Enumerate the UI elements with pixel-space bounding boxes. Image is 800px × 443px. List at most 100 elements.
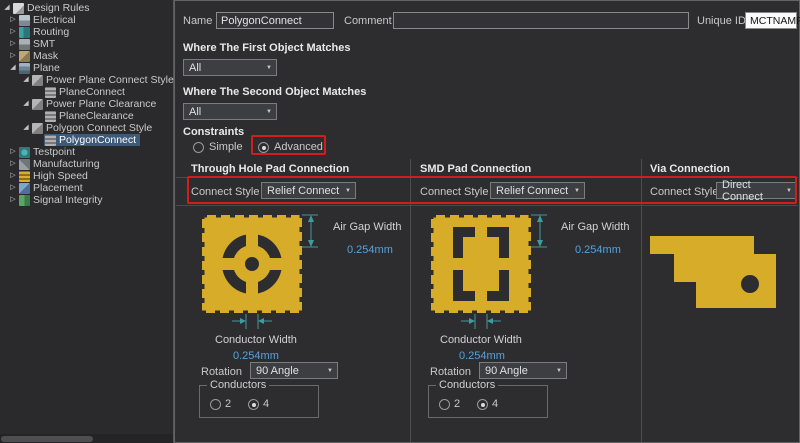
mask-icon (19, 51, 30, 62)
second-match-dropdown[interactable]: All ▼ (183, 103, 277, 120)
rule-category-icon (32, 123, 43, 134)
manufacturing-icon (19, 159, 30, 170)
tree-item-planeclearance[interactable]: PlaneClearance (0, 110, 173, 122)
conductors-group: Conductors 2 4 (199, 385, 319, 418)
tree-item-routing[interactable]: ▷ Routing (0, 26, 173, 38)
smd-connect-style-dropdown[interactable]: Relief Connect ▼ (490, 182, 585, 199)
tree-item-label: PolygonConnect (59, 134, 136, 146)
conductor-width-label: Conductor Width (440, 334, 522, 346)
smd-pad-title: SMD Pad Connection (420, 163, 531, 175)
tree-item-smt[interactable]: ▷ SMT (0, 38, 173, 50)
simple-radio[interactable] (193, 142, 204, 153)
column-divider (641, 159, 642, 442)
tree-item-label: Power Plane Connect Style (46, 74, 174, 86)
expanded-arrow-icon[interactable]: ◢ (21, 74, 31, 86)
collapsed-arrow-icon[interactable]: ▷ (8, 14, 18, 26)
tree-item-power-plane-connect-style[interactable]: ◢ Power Plane Connect Style (0, 74, 173, 86)
design-rules-window: ◢ Design Rules ▷ Electrical ▷ Routing ▷ … (0, 0, 800, 443)
tree-item-signal-integrity[interactable]: ▷ Signal Integrity (0, 194, 173, 206)
expanded-arrow-icon[interactable]: ◢ (2, 2, 12, 14)
tree-item-design-rules[interactable]: ◢ Design Rules (0, 2, 173, 14)
unique-id-value: MCTNAMFK (745, 12, 797, 29)
comment-input[interactable] (393, 12, 689, 29)
simple-radio-label: Simple (209, 141, 243, 153)
first-match-dropdown[interactable]: All ▼ (183, 59, 277, 76)
tree-item-plane[interactable]: ◢ Plane (0, 62, 173, 74)
rules-tree-panel: ◢ Design Rules ▷ Electrical ▷ Routing ▷ … (0, 0, 174, 443)
smt-icon (19, 39, 30, 50)
plane-icon (19, 63, 30, 74)
collapsed-arrow-icon[interactable]: ▷ (8, 146, 18, 158)
conductors-group-label: Conductors (436, 379, 498, 391)
via-connect-style-dropdown[interactable]: Direct Connect ▼ (716, 182, 797, 199)
column-divider (410, 159, 411, 442)
conductors-4-radio[interactable] (477, 399, 488, 410)
conductors-group-label: Conductors (207, 379, 269, 391)
connect-style-label: Connect Style (191, 186, 259, 198)
tree-item-electrical[interactable]: ▷ Electrical (0, 14, 173, 26)
tree-item-label: Electrical (33, 14, 76, 26)
via-connection-title: Via Connection (650, 163, 730, 175)
tree-item-label: Design Rules (27, 2, 89, 14)
conductors-4-radio[interactable] (248, 399, 259, 410)
through-hole-connect-style-dropdown[interactable]: Relief Connect ▼ (261, 182, 356, 199)
routing-icon (19, 27, 30, 38)
air-gap-value: 0.254mm (347, 244, 393, 256)
tree-item-label: SMT (33, 38, 55, 50)
second-match-title: Where The Second Object Matches (183, 86, 366, 98)
conductors-2-radio[interactable] (210, 399, 221, 410)
tree-item-polygon-connect-style[interactable]: ◢ Polygon Connect Style (0, 122, 173, 134)
tree-item-label: Signal Integrity (33, 194, 102, 206)
tree-item-mask[interactable]: ▷ Mask (0, 50, 173, 62)
smd-rotation-dropdown[interactable]: 90 Angle ▼ (479, 362, 567, 379)
tree-item-label: Polygon Connect Style (46, 122, 152, 134)
rule-icon (45, 111, 56, 122)
chevron-down-icon: ▼ (327, 368, 333, 374)
electrical-icon (19, 15, 30, 26)
collapsed-arrow-icon[interactable]: ▷ (8, 194, 18, 206)
tree-item-label: Plane (33, 62, 60, 74)
tree-item-polygonconnect[interactable]: PolygonConnect (0, 134, 173, 146)
name-label: Name (183, 15, 212, 27)
expanded-arrow-icon[interactable]: ◢ (21, 122, 31, 134)
expanded-arrow-icon[interactable]: ◢ (21, 98, 31, 110)
air-gap-label: Air Gap Width (561, 221, 629, 233)
connect-style-label: Connect Style (420, 186, 488, 198)
tree-item-label: Placement (33, 182, 83, 194)
testpoint-icon (19, 147, 30, 158)
tree-item-planeconnect[interactable]: PlaneConnect (0, 86, 173, 98)
advanced-radio[interactable] (258, 142, 269, 153)
air-gap-value: 0.254mm (575, 244, 621, 256)
collapsed-arrow-icon[interactable]: ▷ (8, 38, 18, 50)
tree-item-label: Manufacturing (33, 158, 100, 170)
tree-item-high-speed[interactable]: ▷ High Speed (0, 170, 173, 182)
collapsed-arrow-icon[interactable]: ▷ (8, 26, 18, 38)
collapsed-arrow-icon[interactable]: ▷ (8, 50, 18, 62)
scrollbar-thumb[interactable] (1, 436, 93, 442)
constraints-title: Constraints (183, 126, 244, 138)
tree-item-placement[interactable]: ▷ Placement (0, 182, 173, 194)
through-hole-rotation-dropdown[interactable]: 90 Angle ▼ (250, 362, 338, 379)
expanded-arrow-icon[interactable]: ◢ (8, 62, 18, 74)
tree-item-manufacturing[interactable]: ▷ Manufacturing (0, 158, 173, 170)
tree-item-label: Routing (33, 26, 69, 38)
name-input[interactable] (216, 12, 334, 29)
collapsed-arrow-icon[interactable]: ▷ (8, 182, 18, 194)
design-rules-icon (13, 3, 24, 14)
chevron-down-icon: ▼ (266, 65, 272, 71)
conductors-2-radio[interactable] (439, 399, 450, 410)
unique-id-label: Unique ID (697, 15, 746, 27)
collapsed-arrow-icon[interactable]: ▷ (8, 170, 18, 182)
collapsed-arrow-icon[interactable]: ▷ (8, 158, 18, 170)
tree-item-power-plane-clearance[interactable]: ◢ Power Plane Clearance (0, 98, 173, 110)
tree-item-testpoint[interactable]: ▷ Testpoint (0, 146, 173, 158)
horizontal-scrollbar[interactable] (0, 434, 173, 443)
placement-icon (19, 183, 30, 194)
first-match-title: Where The First Object Matches (183, 42, 350, 54)
air-gap-label: Air Gap Width (333, 221, 401, 233)
rotation-label: Rotation (201, 366, 242, 378)
rule-icon (45, 87, 56, 98)
divider (176, 205, 798, 206)
comment-label: Comment (344, 15, 392, 27)
divider (176, 177, 798, 178)
